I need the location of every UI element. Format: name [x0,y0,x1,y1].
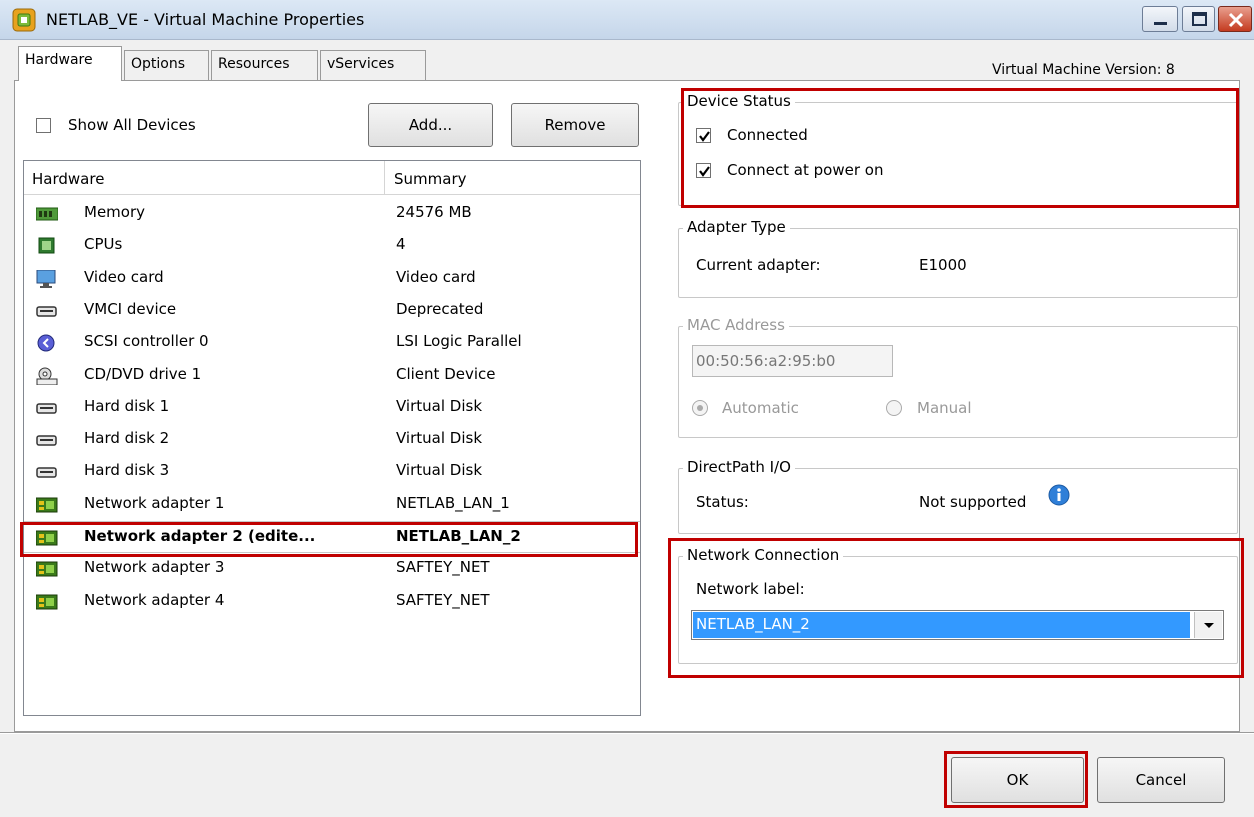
row-summary: Deprecated [396,299,484,318]
directpath-status-label: Status: [696,493,749,511]
connect-at-power-on-checkbox[interactable] [696,163,711,178]
vm-app-icon [12,8,36,32]
device-icon [36,302,57,320]
row-summary: SAFTEY_NET [396,558,490,577]
table-row[interactable]: Memory 24576 MB [24,198,640,230]
row-hardware-name: VMCI device [84,299,177,318]
add-button[interactable]: Add... [368,103,493,147]
manual-label: Manual [917,399,972,417]
row-hardware-name: Network adapter 4 [84,590,225,609]
directpath-title: DirectPath I/O [683,458,795,476]
table-row[interactable]: Hard disk 2 Virtual Disk [24,424,640,456]
table-row[interactable]: Hard disk 1 Virtual Disk [24,392,640,424]
row-hardware-name: Network adapter 3 [84,558,225,577]
current-adapter-label: Current adapter: [696,256,821,274]
info-icon[interactable] [1048,484,1070,506]
row-hardware-name: Video card [84,267,164,286]
tab-resources[interactable]: Resources [211,50,318,80]
footer-separator [0,732,1254,734]
tab-hardware[interactable]: Hardware [18,46,122,81]
window-title: NETLAB_VE - Virtual Machine Properties [46,10,365,29]
disk-icon [36,431,57,449]
disk-icon [36,399,57,417]
remove-button[interactable]: Remove [511,103,639,147]
row-hardware-name: Hard disk 3 [84,461,170,480]
connected-label: Connected [727,126,808,144]
automatic-label: Automatic [722,399,799,417]
tab-vservices[interactable]: vServices [320,50,426,80]
row-summary: Virtual Disk [396,396,483,415]
monitor-icon [36,269,56,288]
automatic-radio[interactable] [692,400,708,416]
hardware-table-header: Hardware Summary [24,161,640,195]
mac-address-title: MAC Address [683,316,789,334]
column-header-hardware[interactable]: Hardware [24,161,385,194]
table-row-selected[interactable]: Network adapter 2 (edite... NETLAB_LAN_2 [24,521,640,553]
mac-address-field[interactable]: 00:50:56:a2:95:b0 [692,345,893,377]
network-label-dropdown[interactable]: NETLAB_LAN_2 [691,610,1224,640]
table-row[interactable]: Network adapter 3 SAFTEY_NET [24,553,640,585]
table-row[interactable]: Network adapter 1 NETLAB_LAN_1 [24,489,640,521]
connected-checkbox[interactable] [696,128,711,143]
network-adapter-icon [35,560,58,578]
network-adapter-icon [35,496,58,514]
table-row[interactable]: SCSI controller 0 LSI Logic Parallel [24,327,640,359]
ok-button[interactable]: OK [951,757,1084,803]
column-header-summary[interactable]: Summary [386,161,639,194]
network-label-selected-value: NETLAB_LAN_2 [693,612,1190,638]
table-row[interactable]: VMCI device Deprecated [24,295,640,327]
mac-address-group: MAC Address [678,316,1238,438]
show-all-devices-label: Show All Devices [68,116,196,134]
cancel-button[interactable]: Cancel [1097,757,1225,803]
row-hardware-name: Memory [84,203,146,221]
dropdown-arrow-icon[interactable] [1194,612,1222,638]
row-summary: 4 [396,235,406,254]
row-summary: Virtual Disk [396,461,483,480]
row-hardware-name: Network adapter 2 (edite... [84,527,316,545]
row-summary: SAFTEY_NET [396,590,490,609]
row-summary: Client Device [396,364,496,383]
table-row[interactable]: Network adapter 4 SAFTEY_NET [24,586,640,618]
directpath-status-value: Not supported [919,493,1027,511]
table-row[interactable]: CD/DVD drive 1 Client Device [24,360,640,392]
table-row[interactable]: Video card Video card [24,263,640,295]
connect-at-power-on-label: Connect at power on [727,161,884,179]
vm-version-label: Virtual Machine Version: 8 [992,62,1175,78]
network-connection-title: Network Connection [683,546,844,564]
row-summary: Video card [396,267,476,286]
scsi-icon [36,334,56,352]
tab-options[interactable]: Options [124,50,209,80]
manual-radio[interactable] [886,400,902,416]
minimize-button[interactable] [1142,6,1178,32]
row-hardware-name: Network adapter 1 [84,493,225,512]
adapter-type-title: Adapter Type [683,218,790,236]
network-adapter-icon [35,593,58,611]
maximize-button[interactable] [1182,6,1215,32]
network-adapter-icon [35,529,58,547]
row-summary: Virtual Disk [396,429,483,448]
memory-icon [35,205,59,223]
hardware-table: Hardware Summary Memory 24576 MB CPUs 4 Vide… [23,160,641,716]
table-row[interactable]: Hard disk 3 Virtual Disk [24,456,640,488]
cpu-icon [36,237,56,255]
row-summary: 24576 MB [396,203,472,221]
show-all-devices-checkbox[interactable] [36,118,51,133]
device-status-group: Device Status [678,92,1238,206]
cd-drive-icon [36,367,58,385]
title-bar: NETLAB_VE - Virtual Machine Properties [0,0,1254,40]
row-summary: NETLAB_LAN_2 [396,527,521,545]
device-status-title: Device Status [683,92,795,110]
row-hardware-name: Hard disk 1 [84,396,170,415]
row-hardware-name: Hard disk 2 [84,429,170,448]
row-hardware-name: SCSI controller 0 [84,332,209,351]
row-hardware-name: CPUs [84,235,123,254]
network-label-label: Network label: [696,580,805,598]
disk-icon [36,463,57,481]
row-hardware-name: CD/DVD drive 1 [84,364,202,383]
current-adapter-value: E1000 [919,256,967,274]
row-summary: NETLAB_LAN_1 [396,493,510,512]
close-button[interactable] [1218,6,1252,32]
row-summary: LSI Logic Parallel [396,332,522,351]
table-row[interactable]: CPUs 4 [24,230,640,262]
